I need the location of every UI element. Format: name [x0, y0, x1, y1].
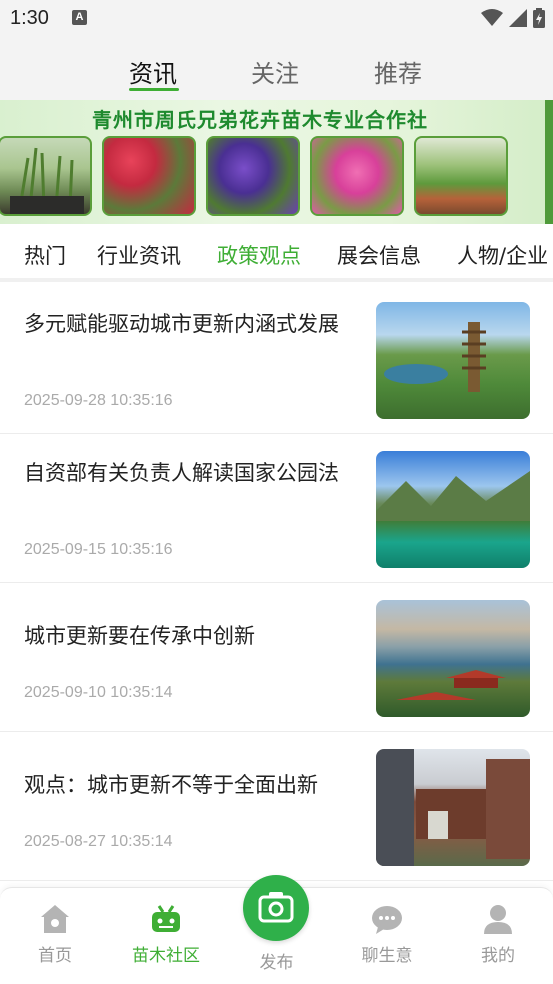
news-title: 城市更新要在传承中创新 [24, 624, 255, 648]
news-title: 自资部有关负责人解读国家公园法 [24, 461, 339, 485]
category-industry-news[interactable]: 行业资讯 [97, 240, 181, 270]
promo-banner[interactable]: 青州市周氏兄弟花卉苗木专业合作社 [0, 100, 553, 224]
news-date: 2025-09-28 10:35:16 [24, 392, 173, 409]
category-people[interactable]: 人物/企业 [457, 240, 548, 270]
home-icon [41, 905, 69, 933]
tab-follow[interactable]: 关注 [251, 54, 299, 89]
banner-flower-red-image [102, 136, 196, 216]
bottom-navigation: 首页 苗木社区 发布 聊生意 我的 [0, 875, 553, 984]
tab-recommend[interactable]: 推荐 [374, 54, 422, 89]
category-hot[interactable]: 热门 [24, 240, 66, 270]
news-thumbnail [376, 451, 530, 568]
chat-icon [372, 906, 402, 934]
news-title: 多元赋能驱动城市更新内涵式发展 [24, 312, 339, 336]
nav-chat-label: 聊生意 [361, 946, 413, 966]
community-icon [152, 905, 180, 932]
banner-edge [545, 100, 553, 224]
nav-profile-label: 我的 [481, 946, 515, 966]
news-item[interactable]: 观点：城市更新不等于全面出新 2025-08-27 10:35:14 [0, 733, 553, 881]
news-thumbnail [376, 749, 530, 866]
category-policy[interactable]: 政策观点 [217, 240, 301, 270]
camera-icon [258, 892, 294, 923]
category-exhibition[interactable]: 展会信息 [337, 240, 421, 270]
user-icon [484, 905, 512, 934]
active-tab-indicator [129, 88, 179, 91]
news-date: 2025-09-15 10:35:16 [24, 541, 173, 558]
news-item[interactable]: 自资部有关负责人解读国家公园法 2025-09-15 10:35:16 [0, 435, 553, 583]
news-item[interactable]: 城市更新要在传承中创新 2025-09-10 10:35:14 [0, 584, 553, 732]
news-title: 观点：城市更新不等于全面出新 [24, 773, 318, 797]
banner-flower-pink-image [310, 136, 404, 216]
banner-plant-image [0, 136, 92, 216]
banner-grass-image [414, 136, 508, 216]
battery-icon [533, 8, 545, 28]
news-thumbnail [376, 302, 530, 419]
status-indicators [481, 8, 545, 28]
news-date: 2025-08-27 10:35:14 [24, 833, 173, 850]
notification-icon: A [72, 10, 87, 25]
status-time: 1:30 [10, 7, 49, 29]
publish-button[interactable] [243, 875, 309, 941]
nav-profile[interactable]: 我的 [453, 902, 543, 966]
tab-news[interactable]: 资讯 [129, 54, 177, 89]
top-tab-bar: 资讯 关注 推荐 [0, 38, 553, 100]
wifi-icon [481, 9, 503, 26]
banner-title: 青州市周氏兄弟花卉苗木专业合作社 [92, 108, 428, 132]
category-tab-bar: 热门 行业资讯 政策观点 展会信息 人物/企业 [0, 224, 553, 282]
status-bar: 1:30 A [0, 0, 553, 38]
news-date: 2025-09-10 10:35:14 [24, 684, 173, 701]
news-item[interactable]: 多元赋能驱动城市更新内涵式发展 2025-09-28 10:35:16 [0, 286, 553, 434]
news-thumbnail [376, 600, 530, 717]
nav-chat[interactable]: 聊生意 [342, 902, 432, 966]
signal-icon [509, 9, 527, 27]
banner-flower-purple-image [206, 136, 300, 216]
